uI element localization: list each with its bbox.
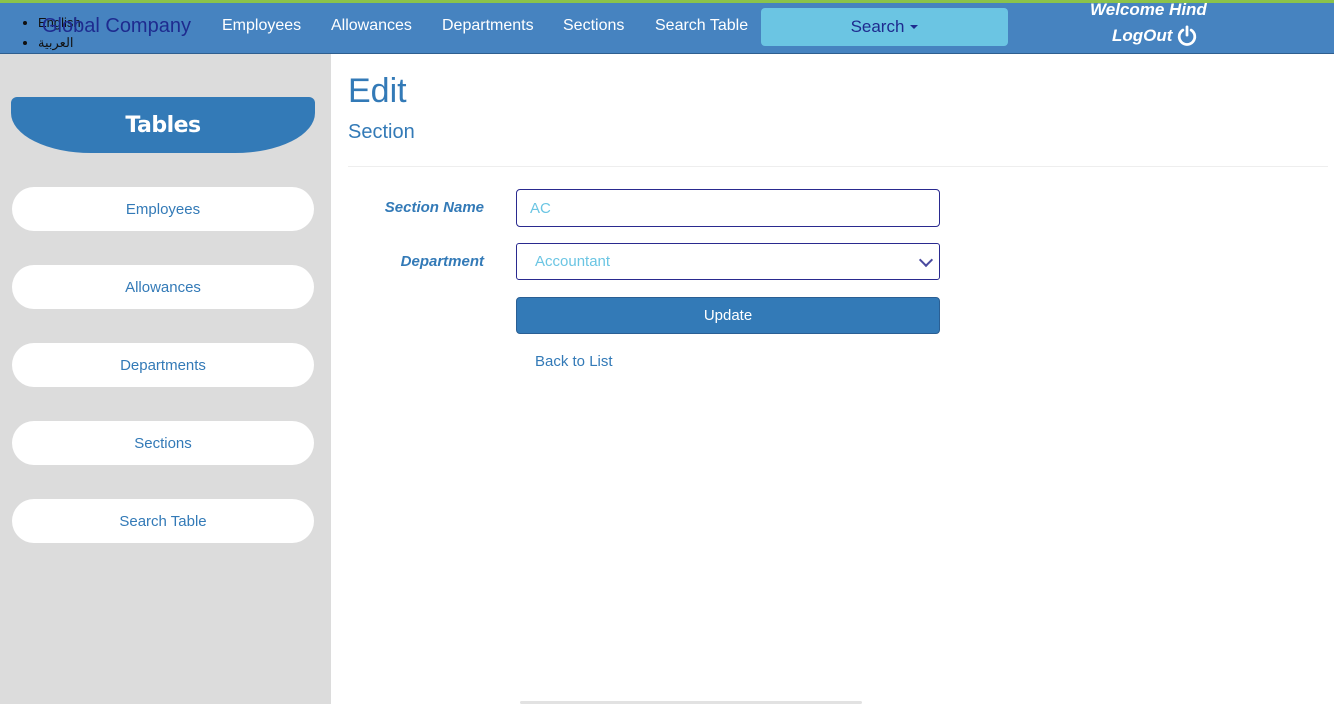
department-label: Department <box>400 253 484 270</box>
update-button[interactable]: Update <box>516 297 940 334</box>
search-dropdown-button[interactable]: Search <box>761 8 1008 46</box>
department-select[interactable]: Accountant <box>516 243 940 280</box>
logout-link[interactable]: LogOut <box>1112 25 1198 47</box>
chevron-down-icon <box>918 252 934 267</box>
nav-search-table[interactable]: Search Table <box>655 17 748 35</box>
sidebar-item-search-table[interactable]: Search Table <box>12 499 314 543</box>
page-title: Edit <box>348 72 407 110</box>
section-name-label: Section Name <box>384 199 484 216</box>
sidebar-item-departments[interactable]: Departments <box>12 343 314 387</box>
nav-departments[interactable]: Departments <box>442 17 534 35</box>
sidebar: Tables Employees Allowances Departments … <box>0 54 331 704</box>
power-icon <box>1178 25 1197 46</box>
divider <box>348 166 1328 167</box>
search-label: Search <box>850 17 905 36</box>
sidebar-item-allowances[interactable]: Allowances <box>12 265 314 309</box>
brand-link[interactable]: Global Company <box>42 15 191 38</box>
department-selected-value: Accountant <box>535 253 611 270</box>
page-subtitle: Section <box>348 121 415 143</box>
section-name-input[interactable] <box>516 189 940 227</box>
sidebar-title: Tables <box>11 97 315 153</box>
logout-label: LogOut <box>1112 26 1173 45</box>
nav-sections[interactable]: Sections <box>563 17 624 35</box>
sidebar-item-sections[interactable]: Sections <box>12 421 314 465</box>
sidebar-item-employees[interactable]: Employees <box>12 187 314 231</box>
nav-employees[interactable]: Employees <box>222 17 301 35</box>
back-to-list-link[interactable]: Back to List <box>535 353 613 370</box>
top-navbar: English العربية Global Company Employees… <box>0 0 1334 54</box>
caret-down-icon <box>910 25 919 29</box>
welcome-text: Welcome Hind <box>1090 0 1207 19</box>
nav-allowances[interactable]: Allowances <box>331 17 412 35</box>
